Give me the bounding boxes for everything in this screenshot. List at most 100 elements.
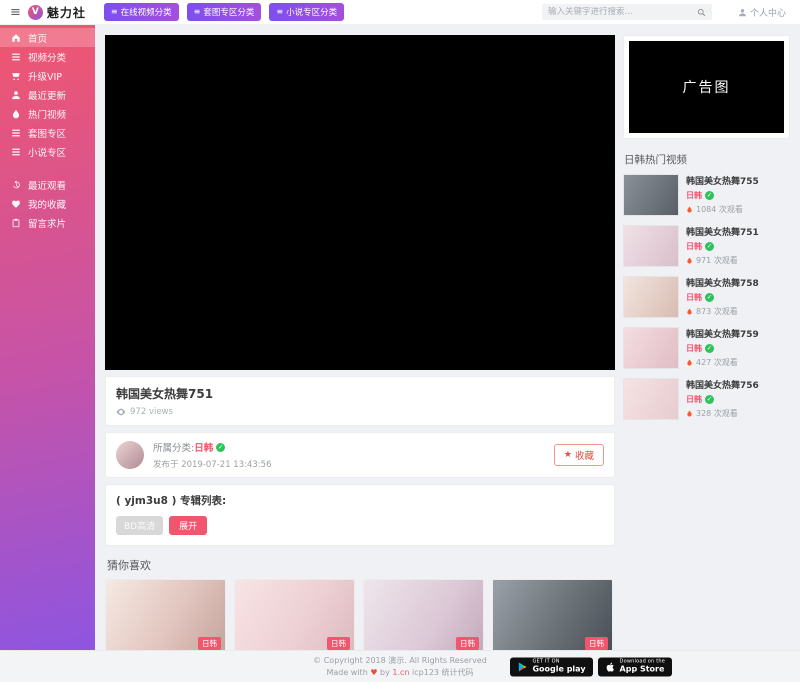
sidebar-item-label: 升级VIP [28,69,62,83]
heart-icon [11,199,21,209]
sidebar-item-label: 最近观看 [28,178,66,192]
app-badges: GET IT ONGoogle play Download on theApp … [510,657,672,676]
category-link[interactable]: 日韩 [194,440,213,454]
nav-button-novel-categories[interactable]: ≡小说专区分类 [269,3,344,21]
sidebar-item-upgrade-vip[interactable]: 升级VIP [0,66,95,85]
category-link[interactable]: 日韩 [686,394,702,405]
sidebar-item-photo-zone[interactable]: 套图专区 [0,123,95,142]
verified-icon: ✓ [216,443,225,452]
video-thumbnail[interactable] [623,276,679,318]
playlist-card: ( yjm3u8 ) 专辑列表: BD高清 展开 [105,484,615,546]
hamburger-menu-icon[interactable]: ≡ [10,6,21,19]
hot-videos-list: 韩国美女热舞755 日韩 ✓ 1084 次观看 [623,174,790,420]
user-center-link[interactable]: 个人中心 [738,6,786,19]
logo-letter: V [32,7,39,17]
category-link[interactable]: 日韩 [686,343,702,354]
video-title[interactable]: 韩国美女热舞756 [686,378,759,391]
video-thumbnail[interactable] [623,378,679,420]
video-views: 971 次观看 [686,255,759,266]
search-icon[interactable] [697,8,706,17]
verified-icon: ✓ [705,293,714,302]
video-thumbnail[interactable] [623,327,679,369]
category-label: 所属分类: [153,440,194,454]
video-title: 韩国美女热舞751 [116,385,604,402]
expand-button[interactable]: 展开 [169,516,207,535]
video-views: 1084 次观看 [686,204,759,215]
sidebar-item-recently-watched[interactable]: 最近观看 [0,175,95,194]
video-thumbnail[interactable] [623,174,679,216]
uploader-card: 所属分类: 日韩 ✓ 发布于 2019-07-21 13:43:56 ★ 收藏 [105,432,615,478]
google-play-badge[interactable]: GET IT ONGoogle play [510,657,592,676]
sidebar-item-label: 最近更新 [28,88,66,102]
video-thumbnail[interactable]: 日韩 [493,580,612,650]
video-card[interactable]: 日韩 韩国美女热舞755 日韩 ✓ 1084 次观看 2019-07 [492,579,613,650]
video-player[interactable] [105,35,615,370]
video-views: 972 views [116,407,604,417]
video-thumbnail[interactable] [623,225,679,267]
user-icon [738,8,747,17]
clipboard-icon [11,218,21,228]
sidebar-item-video-categories[interactable]: 视频分类 [0,47,95,66]
video-views: 328 次观看 [686,408,759,419]
apple-icon [605,661,616,672]
sidebar-item-label: 套图专区 [28,126,66,140]
nav-button-label: 小说专区分类 [286,6,337,18]
video-card[interactable]: 日韩 韩国美女热舞756 日韩 ✓ 328 次观看 2019-07- [234,579,355,650]
list-icon: ≡ [194,8,201,16]
video-title[interactable]: 韩国美女热舞759 [686,327,759,340]
category-link[interactable]: 日韩 [686,292,702,303]
video-title[interactable]: 韩国美女热舞755 [686,174,759,187]
video-thumbnail[interactable]: 日韩 [235,580,354,650]
sidebar-item-label: 首页 [28,31,47,45]
ad-banner[interactable]: 广告图 [629,41,784,133]
sidebar-item-home[interactable]: 首页 [0,28,95,47]
video-title[interactable]: 韩国美女热舞758 [686,276,759,289]
video-thumbnail[interactable]: 日韩 [364,580,483,650]
home-icon [11,33,21,43]
verified-icon: ✓ [705,242,714,251]
category-link[interactable]: 日韩 [686,190,702,201]
video-title[interactable]: 韩国美女热舞751 [686,225,759,238]
search-input[interactable] [548,7,697,17]
sidebar-item-my-favorites[interactable]: 我的收藏 [0,194,95,213]
sidebar-item-request-video[interactable]: 留言求片 [0,213,95,232]
logo-icon[interactable]: V [28,5,43,20]
sidebar-item-label: 热门视频 [28,107,66,121]
hot-video-item[interactable]: 韩国美女热舞751 日韩 ✓ 971 次观看 [623,225,790,267]
video-card[interactable]: 日韩 韩国美女热舞758 日韩 ✓ 873 次观看 2019-07- [105,579,226,650]
ad-text: 广告图 [683,77,731,97]
hot-video-item[interactable]: 韩国美女热舞755 日韩 ✓ 1084 次观看 [623,174,790,216]
uploader-avatar[interactable] [116,441,144,469]
quality-button[interactable]: BD高清 [116,516,163,535]
category-link[interactable]: 日韩 [686,241,702,252]
hot-video-item[interactable]: 韩国美女热舞758 日韩 ✓ 873 次观看 [623,276,790,318]
sidebar-item-recent-updates[interactable]: 最近更新 [0,85,95,104]
uploader-meta: 所属分类: 日韩 ✓ 发布于 2019-07-21 13:43:56 [153,440,271,470]
heart-icon: ♥ [370,668,377,677]
favorite-button[interactable]: ★ 收藏 [554,444,604,466]
footer-link[interactable]: 1.cn [392,668,409,677]
app-store-badge[interactable]: Download on theApp Store [598,657,672,676]
hot-video-item[interactable]: 韩国美女热舞759 日韩 ✓ 427 次观看 [623,327,790,369]
google-play-icon [517,661,528,672]
logo-text[interactable]: 魅力社 [47,4,86,21]
sidebar-item-novel-zone[interactable]: 小说专区 [0,142,95,161]
suggestions-grid: 日韩 韩国美女热舞758 日韩 ✓ 873 次观看 2019-07- [105,579,615,650]
sidebar-item-label: 留言求片 [28,216,66,230]
hot-video-info: 韩国美女热舞759 日韩 ✓ 427 次观看 [686,327,759,369]
list-icon [11,147,21,157]
video-card[interactable]: 日韩 韩国美女热舞751 日韩 ✓ 971 次观看 2019-07- [363,579,484,650]
fire-icon [686,256,693,265]
fire-icon [686,307,693,316]
video-thumbnail[interactable]: 日韩 [106,580,225,650]
verified-icon: ✓ [705,395,714,404]
sidebar-item-hot-videos[interactable]: 热门视频 [0,104,95,123]
nav-button-photo-categories[interactable]: ≡套图专区分类 [187,3,262,21]
hot-video-item[interactable]: 韩国美女热舞756 日韩 ✓ 328 次观看 [623,378,790,420]
nav-button-video-categories[interactable]: ≡在线视频分类 [104,3,179,21]
favorite-label: 收藏 [575,448,594,462]
nav-button-label: 在线视频分类 [121,6,172,18]
user-icon [11,90,21,100]
views-count: 873 次观看 [696,306,738,317]
views-count: 971 次观看 [696,255,738,266]
